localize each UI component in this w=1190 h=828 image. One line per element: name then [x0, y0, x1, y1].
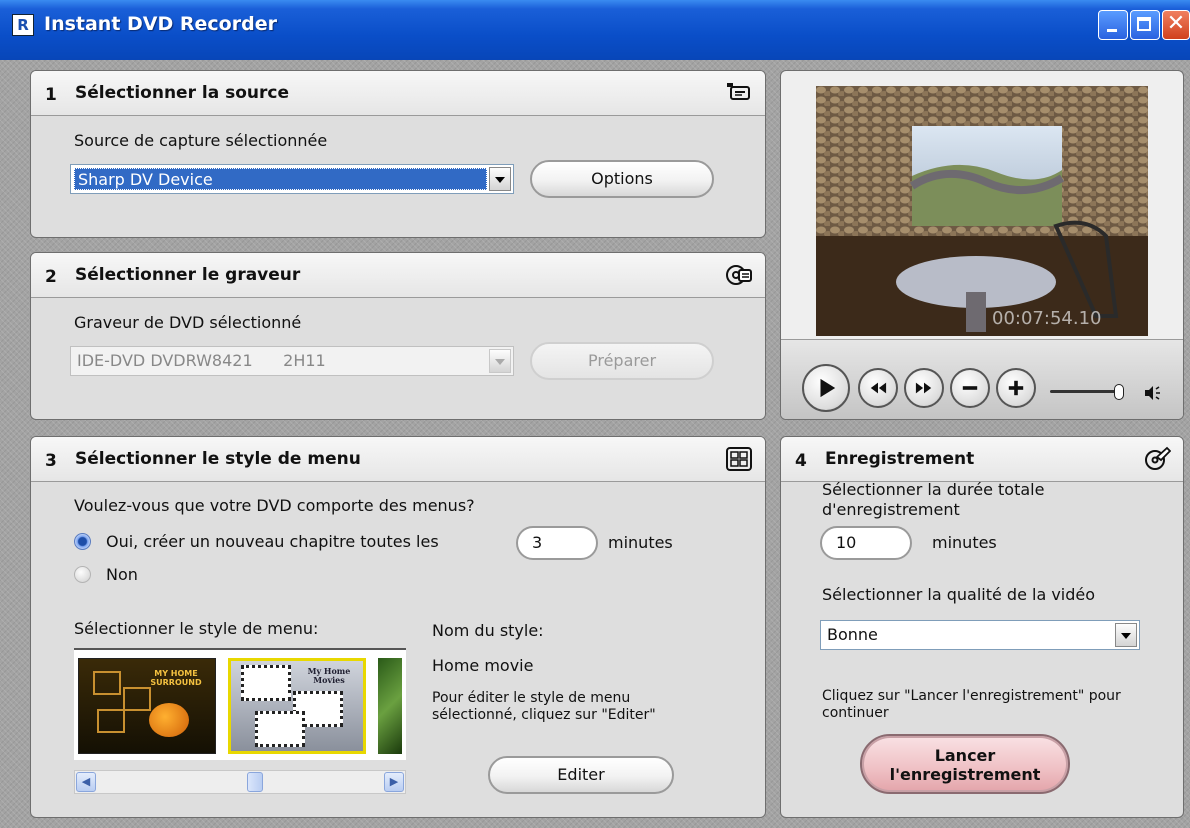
- source-panel-header: 1 Sélectionner la source: [31, 71, 765, 116]
- quality-value: Bonne: [827, 625, 878, 644]
- burner-panel-title: Sélectionner le graveur: [75, 265, 301, 285]
- capture-source-label: Source de capture sélectionnée: [74, 131, 328, 150]
- radio-yes-label[interactable]: Oui, créer un nouveau chapitre toutes le…: [106, 532, 439, 551]
- fast-forward-icon: [915, 382, 932, 394]
- duration-label: Sélectionner la durée totale d'enregistr…: [822, 480, 1045, 519]
- duration-input[interactable]: 10: [820, 526, 912, 560]
- style-thumbnail-home-movie[interactable]: My Home Movies: [228, 658, 366, 754]
- minus-icon: [962, 386, 978, 390]
- start-recording-line1: Lancer: [934, 746, 996, 765]
- step-number: 3: [45, 451, 57, 471]
- rewind-button[interactable]: [858, 368, 898, 408]
- thumbnail-frame: [97, 709, 125, 733]
- zoom-out-button[interactable]: [950, 368, 990, 408]
- window-titlebar[interactable]: R Instant DVD Recorder ✕: [0, 0, 1190, 60]
- recording-panel-header: 4 Enregistrement: [781, 437, 1183, 482]
- preview-timecode: 00:07:54.10: [992, 308, 1101, 329]
- chevron-down-icon[interactable]: [489, 167, 511, 191]
- chapter-minutes-unit: minutes: [608, 533, 673, 552]
- thumbnail-frame: [123, 687, 151, 711]
- preview-table-base: [966, 292, 986, 332]
- pumpkin-icon: [149, 703, 189, 737]
- edit-button[interactable]: Editer: [488, 756, 674, 794]
- play-button[interactable]: [802, 364, 850, 412]
- speaker-icon: [1145, 386, 1160, 400]
- chevron-down-icon[interactable]: [1115, 623, 1137, 647]
- play-icon: [820, 378, 836, 398]
- scroll-left-button[interactable]: ◀: [76, 772, 96, 792]
- style-list-label: Sélectionner le style de menu:: [74, 619, 319, 638]
- source-panel: 1 Sélectionner la source: [30, 70, 766, 238]
- step-number: 4: [795, 451, 807, 471]
- start-recording-button[interactable]: Lancer l'enregistrement: [860, 734, 1070, 794]
- menus-question: Voulez-vous que votre DVD comporte des m…: [74, 496, 475, 515]
- capture-source-dropdown[interactable]: Sharp DV Device: [70, 164, 514, 194]
- burner-panel: 2 Sélectionner le graveur: [30, 252, 766, 420]
- volume-thumb[interactable]: [1114, 384, 1124, 400]
- burner-label: Graveur de DVD sélectionné: [74, 313, 302, 332]
- menu-style-panel-title: Sélectionner le style de menu: [75, 449, 361, 469]
- start-recording-line2: l'enregistrement: [889, 765, 1041, 784]
- menu-layout-icon: [726, 447, 752, 471]
- minimize-button[interactable]: [1098, 10, 1128, 40]
- capture-source-value: Sharp DV Device: [74, 168, 487, 190]
- duration-unit: minutes: [932, 533, 997, 552]
- zoom-in-button[interactable]: [996, 368, 1036, 408]
- plus-icon: [1008, 380, 1024, 396]
- camcorder-icon: [727, 83, 750, 100]
- record-hint: Cliquez sur "Lancer l'enregistrement" po…: [822, 688, 1121, 721]
- thumbnail-frame: [93, 671, 121, 695]
- app-icon: R: [12, 14, 34, 36]
- fast-forward-button[interactable]: [904, 368, 944, 408]
- style-name-label: Nom du style:: [432, 621, 544, 640]
- disc-drive-icon: [726, 265, 752, 285]
- style-thumbnail-pumpkin[interactable]: MY HOME SURROUND: [78, 658, 216, 754]
- thumbnail-frame: [241, 665, 291, 701]
- close-button[interactable]: ✕: [1162, 10, 1190, 40]
- radio-yes[interactable]: [74, 533, 91, 550]
- disc-pen-icon: [1145, 446, 1171, 470]
- radio-no[interactable]: [74, 566, 91, 583]
- thumbnail-scrollbar[interactable]: ◀ ▶: [74, 770, 406, 794]
- options-button[interactable]: Options: [530, 160, 714, 198]
- thumbnail-frame: [255, 711, 305, 747]
- chevron-down-icon[interactable]: [489, 349, 511, 373]
- volume-track: [1050, 390, 1122, 393]
- chapter-minutes-input[interactable]: 3: [516, 526, 598, 560]
- step-number: 2: [45, 267, 57, 287]
- burner-dropdown[interactable]: IDE-DVD DVDRW8421 2H11: [70, 346, 514, 376]
- rewind-icon: [870, 382, 887, 394]
- volume-slider[interactable]: [1050, 384, 1130, 400]
- maximize-button[interactable]: [1130, 10, 1160, 40]
- burner-value: IDE-DVD DVDRW8421 2H11: [77, 351, 326, 370]
- radio-no-label[interactable]: Non: [106, 565, 138, 584]
- edit-hint: Pour éditer le style de menu sélectionné…: [432, 690, 656, 723]
- menu-style-panel-header: 3 Sélectionner le style de menu: [31, 437, 765, 482]
- thumbnail-caption: MY HOME SURROUND: [150, 669, 202, 687]
- prepare-button[interactable]: Préparer: [530, 342, 714, 380]
- style-thumbnail-green[interactable]: [378, 658, 402, 754]
- quality-dropdown[interactable]: Bonne: [820, 620, 1140, 650]
- video-preview: 00:07:54.10: [816, 86, 1148, 336]
- scroll-right-button[interactable]: ▶: [384, 772, 404, 792]
- source-panel-title: Sélectionner la source: [75, 83, 289, 103]
- scroll-thumb[interactable]: [247, 772, 263, 792]
- step-number: 1: [45, 85, 57, 105]
- thumbnail-caption: My Home Movies: [307, 666, 351, 685]
- style-name-value: Home movie: [432, 656, 534, 675]
- quality-label: Sélectionner la qualité de la vidéo: [822, 585, 1096, 604]
- recording-panel-title: Enregistrement: [825, 449, 975, 469]
- burner-panel-header: 2 Sélectionner le graveur: [31, 253, 765, 298]
- window-title: Instant DVD Recorder: [44, 13, 277, 35]
